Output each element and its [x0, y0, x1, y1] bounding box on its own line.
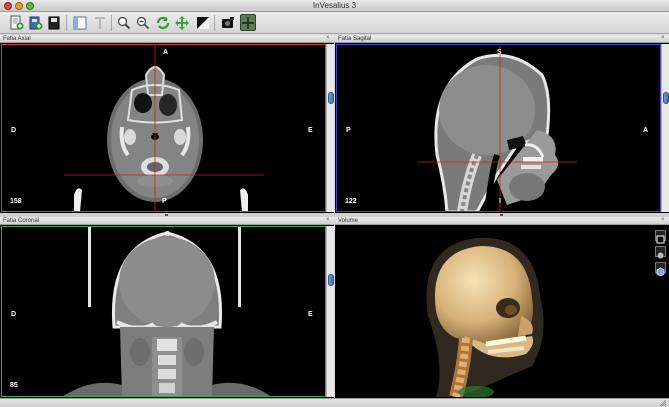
- text-annotation-button[interactable]: [92, 14, 108, 31]
- panel-header: Fatia Sagital ×: [335, 35, 669, 43]
- scroll-thumb[interactable]: [328, 92, 334, 104]
- sagittal-panel-title: Fatia Sagital: [338, 36, 372, 42]
- window-title: InVesalius 3: [312, 1, 357, 10]
- axial-slice-image: [64, 45, 264, 211]
- coronal-viewport[interactable]: S D E 85: [1, 226, 326, 397]
- orientation-right: E: [308, 127, 313, 134]
- import-dicom-button[interactable]: [9, 14, 25, 31]
- coronal-slice-image: [63, 227, 271, 396]
- scroll-thumb[interactable]: [328, 274, 334, 286]
- close-icon[interactable]: ×: [661, 35, 666, 41]
- panel-header: Fatia Coronal ×: [0, 217, 334, 225]
- main-toolbar: [0, 12, 669, 34]
- crosshair-button[interactable]: [240, 14, 256, 31]
- orientation-top: S: [497, 49, 502, 56]
- slice-number: 85: [10, 382, 18, 389]
- panel-header: Volume ×: [335, 217, 669, 225]
- axial-panel: Fatia Axial × A P D E 158: [0, 35, 334, 213]
- axial-slice-scrollbar[interactable]: [326, 44, 334, 212]
- orientation-right: A: [643, 127, 649, 134]
- close-icon[interactable]: ×: [326, 217, 331, 223]
- orientation-bottom: I: [499, 198, 501, 205]
- volume-panel-title: Volume: [338, 218, 359, 224]
- panel-header: Fatia Axial ×: [0, 35, 334, 43]
- zoom-out-button[interactable]: [135, 14, 151, 31]
- open-folder-icon: [29, 16, 43, 29]
- camera-icon: [222, 16, 234, 28]
- stereo-tool[interactable]: [655, 246, 666, 259]
- volume-render-image: [426, 237, 544, 397]
- open-project-button[interactable]: [28, 14, 44, 31]
- cube-icon: [656, 267, 665, 277]
- screenshot-button[interactable]: [220, 14, 236, 31]
- zoom-in-icon: [117, 16, 131, 29]
- zoom-in-button[interactable]: [116, 14, 132, 31]
- volume-viewport[interactable]: [336, 226, 652, 397]
- toggle-layout-button[interactable]: [72, 14, 88, 31]
- coronal-panel-title: Fatia Coronal: [3, 218, 40, 224]
- slice-number: 122: [345, 198, 357, 205]
- sagittal-viewport[interactable]: S I P A 122: [336, 44, 661, 212]
- import-icon: [10, 15, 24, 29]
- axial-viewport[interactable]: A P D E 158: [1, 44, 326, 212]
- crosshair-icon: [242, 16, 254, 29]
- view-tool[interactable]: [655, 262, 666, 277]
- axial-panel-title: Fatia Axial: [3, 36, 31, 42]
- resize-grip-icon[interactable]: [660, 400, 666, 406]
- volume-side-toolbar: [652, 226, 669, 397]
- orientation-left: P: [346, 127, 351, 134]
- contrast-icon: [197, 16, 209, 29]
- contrast-button[interactable]: [195, 14, 211, 31]
- rotate-icon: [156, 16, 170, 29]
- pan-icon: [175, 15, 189, 30]
- orientation-top: S: [165, 231, 170, 238]
- save-icon: [48, 16, 60, 29]
- sagittal-slice-scrollbar[interactable]: [661, 44, 669, 212]
- zoom-out-icon: [136, 16, 150, 29]
- layout-icon: [73, 16, 87, 29]
- orientation-bottom: P: [162, 198, 167, 205]
- text-icon: [95, 16, 105, 29]
- orientation-right: E: [308, 311, 313, 318]
- coronal-slice-scrollbar[interactable]: [326, 226, 334, 397]
- raycasting-icon: [656, 235, 665, 244]
- orientation-left: D: [11, 127, 17, 134]
- close-icon[interactable]: ×: [326, 35, 331, 41]
- pan-button[interactable]: [174, 14, 190, 31]
- sagittal-slice-image: [417, 45, 577, 211]
- orientation-left: D: [11, 311, 17, 318]
- status-bar: [0, 398, 669, 407]
- coronal-panel: Fatia Coronal × S D E 85: [0, 217, 334, 398]
- close-icon[interactable]: ×: [661, 217, 666, 223]
- slice-number: 158: [10, 198, 22, 205]
- rotate-button[interactable]: [155, 14, 171, 31]
- app-window: InVesalius 3 Fatia Axial × A P D E 158 F…: [0, 0, 669, 407]
- stereo-icon: [657, 252, 664, 259]
- title-bar: InVesalius 3: [0, 0, 669, 12]
- sagittal-panel: Fatia Sagital × S I P A 122: [335, 35, 669, 213]
- save-project-button[interactable]: [46, 14, 62, 31]
- volume-panel: Volume ×: [335, 217, 669, 398]
- orientation-top: A: [163, 49, 169, 56]
- scroll-thumb[interactable]: [663, 92, 669, 104]
- raycasting-tool[interactable]: [655, 230, 666, 244]
